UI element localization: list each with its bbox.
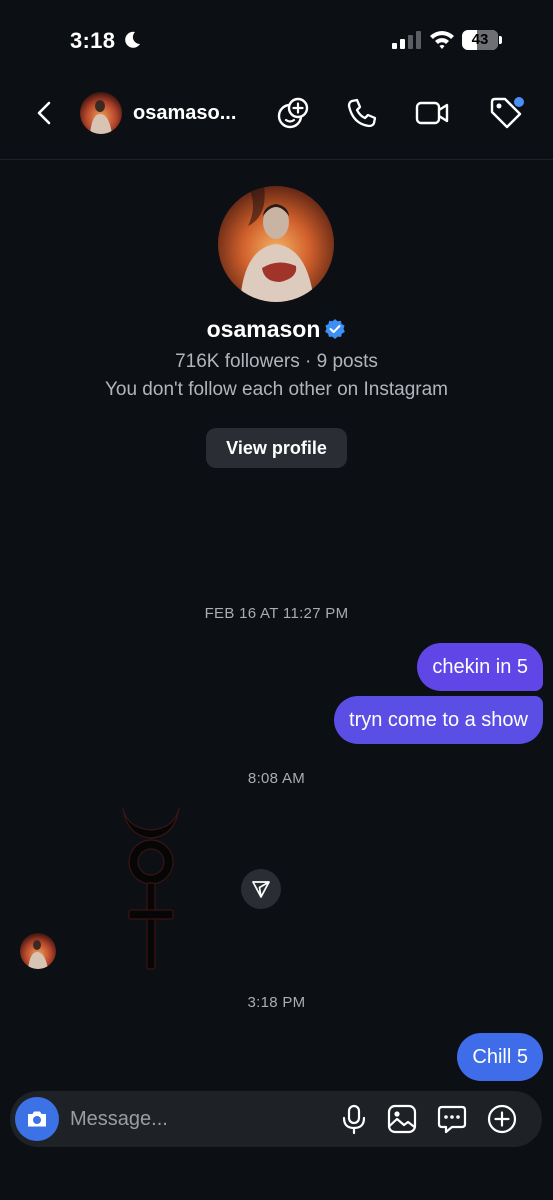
timestamp: 8:08 AM <box>247 770 306 787</box>
send-icon <box>252 881 270 898</box>
status-time: 3:18 <box>70 28 116 53</box>
notification-dot <box>514 97 524 107</box>
camera-button[interactable] <box>15 1097 59 1141</box>
sent-message[interactable]: tryn come to a show <box>334 696 543 744</box>
view-profile-button[interactable]: View profile <box>206 428 347 468</box>
battery-percent: 43 <box>471 31 489 48</box>
profile-avatar[interactable] <box>218 186 334 302</box>
microphone-icon <box>342 1104 366 1135</box>
profile-name-row: osamason <box>0 316 553 343</box>
voice-message-button[interactable] <box>338 1103 370 1135</box>
add-people-icon <box>277 97 309 129</box>
video-icon <box>415 101 449 125</box>
share-button[interactable] <box>241 869 281 909</box>
sticker-chat-icon <box>437 1105 467 1134</box>
status-bar: 3:18 43 <box>0 0 553 80</box>
profile-stats: 716K followers · 9 posts <box>175 351 378 372</box>
moon-icon <box>125 31 140 48</box>
message-input[interactable] <box>70 1099 320 1139</box>
follow-status: You don't follow each other on Instagram <box>104 379 449 400</box>
battery-icon: 43 <box>462 30 502 50</box>
sent-message[interactable]: chekin in 5 <box>417 643 543 691</box>
sent-message[interactable]: Chill 5 <box>457 1033 543 1081</box>
phone-icon <box>347 98 377 128</box>
gallery-icon <box>387 1104 417 1134</box>
profile-name: osamason <box>206 316 321 342</box>
timestamp: 3:18 PM <box>247 994 306 1011</box>
more-options-button[interactable] <box>486 1103 518 1135</box>
header-avatar[interactable] <box>80 92 122 134</box>
sender-avatar[interactable] <box>20 933 56 969</box>
signal-icon <box>392 31 421 49</box>
wifi-icon <box>430 31 454 49</box>
tag-button[interactable] <box>487 94 525 132</box>
message-composer <box>10 1091 542 1147</box>
camera-icon <box>28 1111 46 1127</box>
timestamp: FEB 16 AT 11:27 PM <box>204 605 349 622</box>
video-call-button[interactable] <box>413 94 451 132</box>
header-username[interactable]: osamaso... <box>133 102 236 125</box>
mercury-symbol-sticker[interactable] <box>115 806 187 972</box>
plus-icon <box>487 1104 517 1134</box>
sticker-chat-button[interactable] <box>436 1103 468 1135</box>
back-icon[interactable] <box>30 98 60 128</box>
verified-icon <box>325 319 346 339</box>
chat-header: osamaso... <box>0 80 553 160</box>
add-people-button[interactable] <box>274 94 312 132</box>
gallery-button[interactable] <box>386 1103 418 1135</box>
call-button[interactable] <box>343 94 381 132</box>
